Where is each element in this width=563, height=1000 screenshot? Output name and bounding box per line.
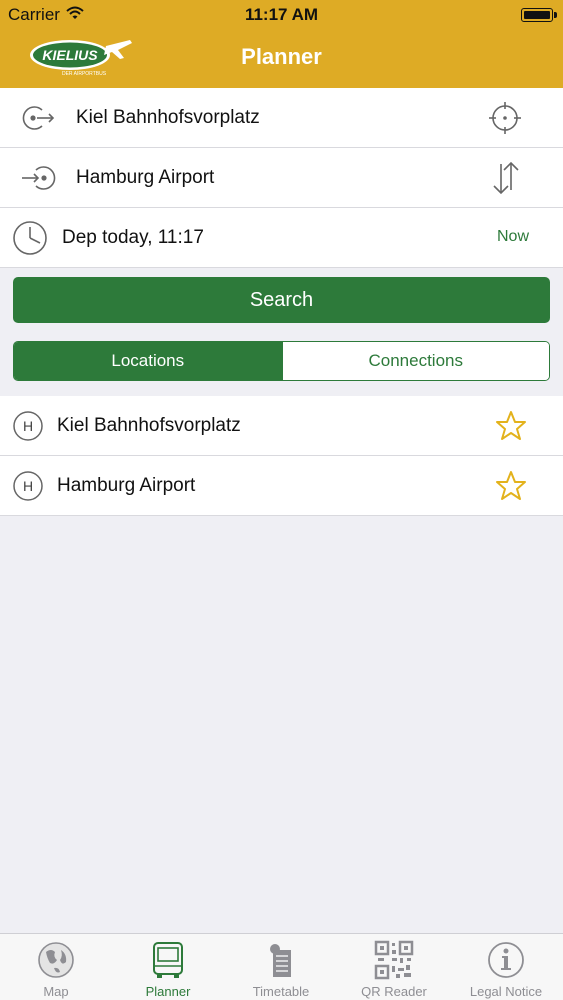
clock-icon bbox=[13, 221, 47, 255]
clock-label: 11:17 AM bbox=[244, 5, 319, 24]
list-item[interactable]: H Kiel Bahnhofsvorplatz bbox=[0, 396, 563, 456]
info-icon bbox=[488, 942, 524, 978]
tab-label: Legal Notice bbox=[469, 984, 543, 999]
bus-stop-badge-text: H bbox=[23, 478, 33, 494]
status-bar: Carrier 11:17 AM bbox=[0, 0, 563, 30]
page-title: Planner bbox=[241, 44, 322, 69]
star-icon[interactable] bbox=[495, 470, 527, 502]
swap-arrows-icon[interactable] bbox=[490, 160, 522, 196]
list-item[interactable]: H Hamburg Airport bbox=[0, 456, 563, 516]
tab-bar: Map Planner Timetable QR Reader Legal No… bbox=[0, 933, 563, 1000]
bus-stop-badge-icon: H bbox=[13, 471, 43, 501]
to-location-label: Hamburg Airport bbox=[76, 167, 215, 188]
bus-icon bbox=[153, 942, 183, 978]
logo-subtext: DER AIRPORTBUS bbox=[62, 71, 107, 77]
now-button[interactable]: Now bbox=[497, 228, 529, 246]
from-location-label: Kiel Bahnhofsvorplatz bbox=[76, 107, 260, 128]
tab-legal-notice[interactable]: Legal Notice bbox=[450, 934, 562, 1000]
battery-icon bbox=[521, 8, 557, 22]
departure-time-label: Dep today, 11:17 bbox=[62, 227, 204, 248]
tab-qr-reader[interactable]: QR Reader bbox=[338, 934, 450, 1000]
bus-stop-badge-icon: H bbox=[13, 411, 43, 441]
arrival-point-icon bbox=[22, 166, 56, 190]
tab-label: Timetable bbox=[252, 984, 310, 999]
tab-label: QR Reader bbox=[361, 984, 427, 999]
tab-label: Map bbox=[43, 984, 69, 999]
list-item-label: Kiel Bahnhofsvorplatz bbox=[57, 415, 241, 436]
tab-label: Planner bbox=[145, 984, 191, 999]
tab-planner[interactable]: Planner bbox=[112, 934, 224, 1000]
qr-code-icon bbox=[374, 940, 414, 980]
from-location-row[interactable]: Kiel Bahnhofsvorplatz bbox=[0, 88, 563, 148]
star-icon[interactable] bbox=[495, 410, 527, 442]
tab-timetable[interactable]: Timetable bbox=[225, 934, 337, 1000]
timetable-icon bbox=[270, 944, 291, 977]
segment-connections[interactable]: Connections bbox=[281, 342, 549, 380]
list-item-label: Hamburg Airport bbox=[57, 475, 196, 496]
bus-stop-badge-text: H bbox=[23, 418, 33, 434]
departure-time-row[interactable]: Dep today, 11:17 Now bbox=[0, 208, 563, 268]
crosshair-locate-icon[interactable] bbox=[488, 101, 522, 135]
tab-map[interactable]: Map bbox=[0, 934, 112, 1000]
to-location-row[interactable]: Hamburg Airport bbox=[0, 148, 563, 208]
navigation-bar: Carrier 11:17 AM KIELIUS DER AIRPORTBUS … bbox=[0, 0, 563, 88]
locations-connections-segment: Locations Connections bbox=[13, 341, 550, 381]
globe-icon bbox=[38, 942, 74, 978]
search-button[interactable]: Search bbox=[13, 277, 550, 323]
departure-point-icon bbox=[22, 106, 55, 130]
segment-locations[interactable]: Locations bbox=[14, 342, 282, 380]
